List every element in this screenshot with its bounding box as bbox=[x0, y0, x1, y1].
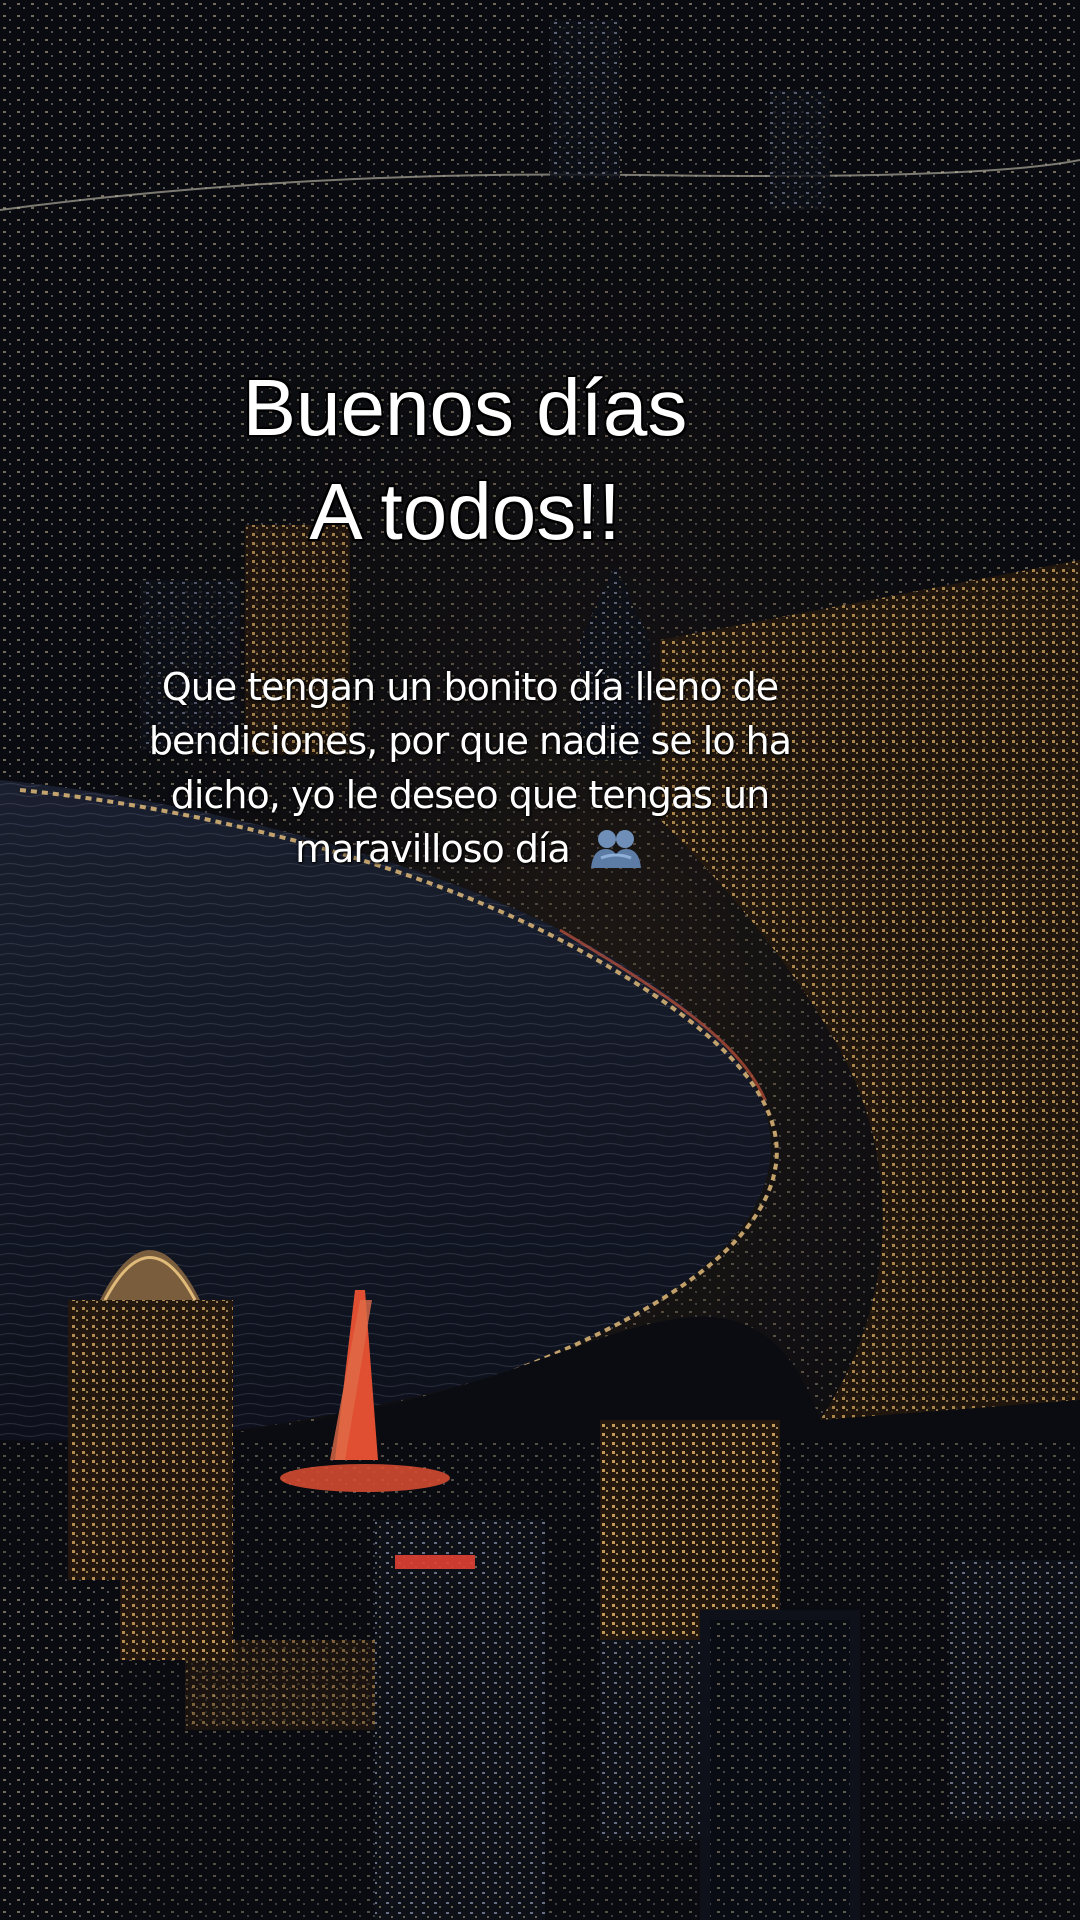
message-line-2: bendiciones, por que nadie se lo ha bbox=[148, 719, 792, 763]
greeting-title-line1: Buenos días bbox=[241, 362, 689, 454]
photo-frame: Buenos días A todos!! Que tengan un boni… bbox=[0, 0, 1080, 1920]
greeting-message: Que tengan un bonito día lleno de bendic… bbox=[110, 660, 830, 876]
message-line-1: Que tengan un bonito día lleno de bbox=[161, 665, 779, 709]
city-night-background bbox=[0, 0, 1080, 1920]
message-line-4: maravilloso día bbox=[295, 827, 571, 871]
message-line-3: dicho, yo le deseo que tengas un bbox=[170, 773, 770, 817]
message-line-4-row: maravilloso día bbox=[110, 822, 830, 876]
greeting-title: Buenos días A todos!! bbox=[0, 356, 930, 564]
greeting-title-line2: A todos!! bbox=[308, 466, 622, 558]
people-hugging-icon bbox=[590, 830, 641, 868]
